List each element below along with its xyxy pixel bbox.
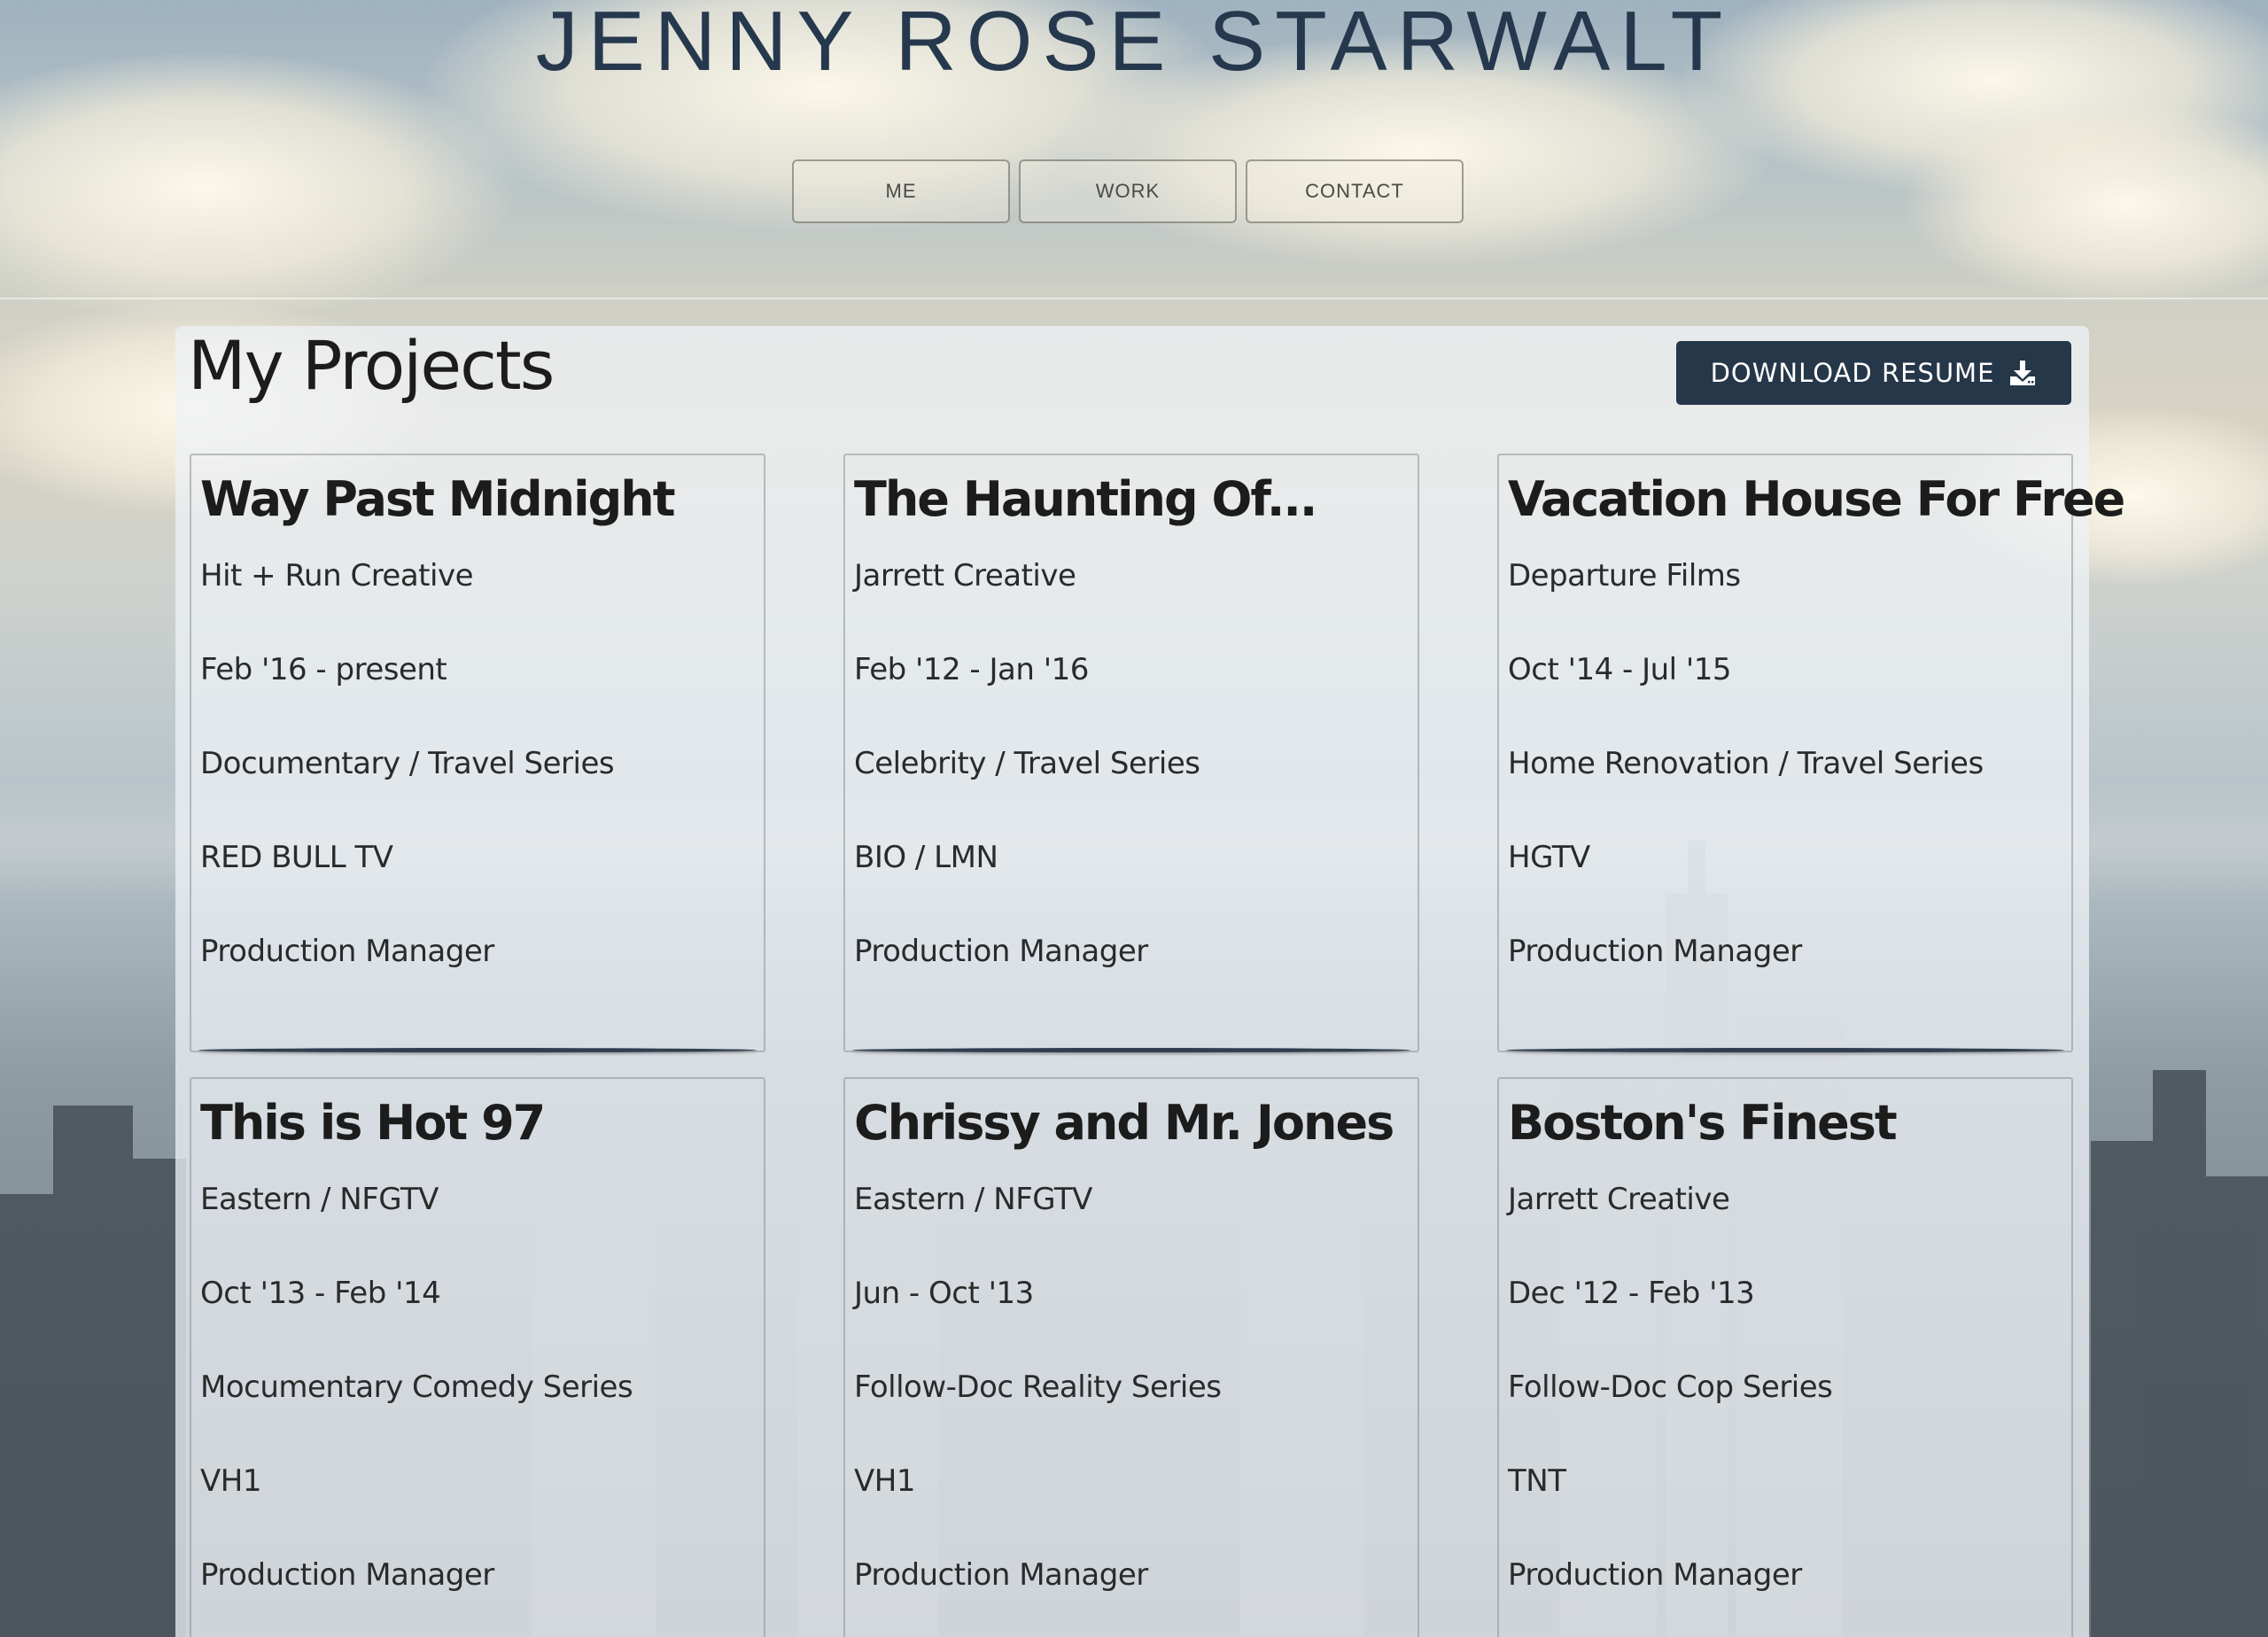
project-company: Jarrett Creative: [854, 558, 1076, 594]
project-card: Chrissy and Mr. Jones Eastern / NFGTV Ju…: [843, 1077, 1419, 1637]
project-dates: Feb '12 - Jan '16: [854, 652, 1089, 687]
project-title: The Haunting Of...: [854, 471, 1317, 527]
project-role: Production Manager: [854, 934, 1148, 969]
project-card: Boston's Finest Jarrett Creative Dec '12…: [1497, 1077, 2073, 1637]
project-role: Production Manager: [200, 934, 494, 969]
project-role: Production Manager: [854, 1557, 1148, 1593]
project-role: Production Manager: [200, 1557, 494, 1593]
project-role: Production Manager: [1508, 1557, 1802, 1593]
download-icon: [2008, 359, 2037, 387]
project-title: Boston's Finest: [1508, 1095, 1898, 1151]
header-divider: [0, 298, 2268, 299]
project-network: HGTV: [1508, 840, 1590, 875]
project-title: Chrissy and Mr. Jones: [854, 1095, 1394, 1151]
project-dates: Jun - Oct '13: [854, 1276, 1034, 1311]
project-network: TNT: [1508, 1463, 1566, 1499]
project-company: Jarrett Creative: [1508, 1182, 1730, 1217]
card-divider: [852, 1048, 1410, 1052]
site-title: JENNY ROSE STARWALT: [535, 0, 1733, 89]
download-resume-label: DOWNLOAD RESUME: [1710, 358, 1995, 388]
page-title: My Projects: [188, 326, 555, 405]
project-network: VH1: [854, 1463, 915, 1499]
project-network: VH1: [200, 1463, 261, 1499]
download-resume-button[interactable]: DOWNLOAD RESUME: [1676, 341, 2071, 405]
project-card: The Haunting Of... Jarrett Creative Feb …: [843, 454, 1419, 1052]
project-card: This is Hot 97 Eastern / NFGTV Oct '13 -…: [190, 1077, 765, 1637]
project-company: Eastern / NFGTV: [854, 1182, 1092, 1217]
project-card: Vacation House For Free Departure Films …: [1497, 454, 2125, 1052]
project-dates: Feb '16 - present: [200, 652, 447, 687]
project-dates: Dec '12 - Feb '13: [1508, 1276, 1755, 1311]
projects-panel: My Projects DOWNLOAD RESUME Way Past Mid…: [175, 326, 2125, 1637]
card-divider: [198, 1048, 757, 1052]
project-network: BIO / LMN: [854, 840, 998, 875]
project-company: Hit + Run Creative: [200, 558, 474, 594]
project-genre: Follow-Doc Reality Series: [854, 1369, 1222, 1405]
project-dates: Oct '13 - Feb '14: [200, 1276, 441, 1311]
project-genre: Celebrity / Travel Series: [854, 746, 1200, 781]
nav-me-button[interactable]: ME: [792, 159, 1010, 223]
nav-work-button[interactable]: WORK: [1019, 159, 1237, 223]
project-title: Vacation House For Free: [1508, 471, 2125, 527]
project-genre: Documentary / Travel Series: [200, 746, 615, 781]
project-role: Production Manager: [1508, 934, 1802, 969]
project-card: Way Past Midnight Hit + Run Creative Feb…: [190, 454, 765, 1052]
project-company: Departure Films: [1508, 558, 1741, 594]
project-dates: Oct '14 - Jul '15: [1508, 652, 1732, 687]
project-network: RED BULL TV: [200, 840, 393, 875]
main-nav: ME WORK CONTACT: [792, 159, 1464, 223]
project-title: This is Hot 97: [200, 1095, 546, 1151]
project-genre: Home Renovation / Travel Series: [1508, 746, 1984, 781]
project-genre: Follow-Doc Cop Series: [1508, 1369, 1833, 1405]
nav-contact-button[interactable]: CONTACT: [1246, 159, 1464, 223]
project-company: Eastern / NFGTV: [200, 1182, 439, 1217]
project-genre: Mocumentary Comedy Series: [200, 1369, 633, 1405]
project-title: Way Past Midnight: [200, 471, 676, 527]
card-divider: [1506, 1048, 2064, 1052]
